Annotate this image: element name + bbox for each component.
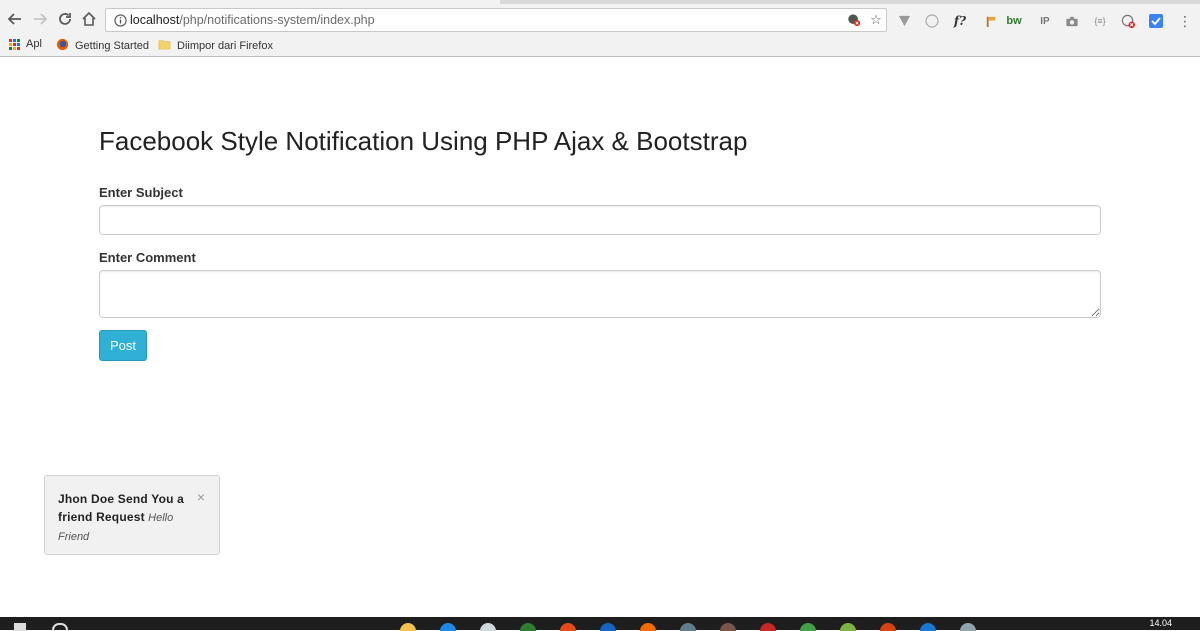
bookmark-imported-folder[interactable]: Diimpor dari Firefox bbox=[158, 38, 273, 54]
flag-icon[interactable] bbox=[982, 12, 998, 30]
close-icon[interactable]: × bbox=[197, 489, 205, 505]
bookmark-label: Diimpor dari Firefox bbox=[177, 40, 273, 52]
bw-icon[interactable]: bw bbox=[1006, 12, 1022, 30]
forward-icon[interactable] bbox=[29, 8, 51, 30]
formula-icon[interactable]: f? bbox=[952, 12, 968, 30]
info-icon[interactable] bbox=[113, 13, 127, 27]
ip-icon[interactable]: IP bbox=[1037, 12, 1053, 30]
comment-label: Enter Comment bbox=[99, 250, 196, 265]
reload-icon[interactable] bbox=[54, 8, 76, 30]
back-icon[interactable] bbox=[4, 8, 26, 30]
bookmark-apps[interactable]: Apl bbox=[9, 38, 42, 50]
home-icon[interactable] bbox=[78, 8, 100, 30]
blocked-icon[interactable] bbox=[1120, 12, 1136, 30]
bookmark-getting-started[interactable]: Getting Started bbox=[56, 38, 149, 54]
subject-label: Enter Subject bbox=[99, 185, 183, 200]
address-bar[interactable]: localhost/php/notifications-system/index… bbox=[105, 8, 887, 32]
circle-icon[interactable] bbox=[924, 12, 940, 30]
taskbar: 14.04 bbox=[0, 617, 1200, 631]
notification-toast[interactable]: × Jhon Doe Send You a friend Request Hel… bbox=[44, 475, 220, 555]
url-path: /php/notifications-system/index.php bbox=[179, 13, 375, 27]
apps-grid-icon bbox=[9, 38, 20, 50]
url-host: localhost bbox=[130, 13, 180, 27]
firefox-icon bbox=[56, 38, 69, 54]
json-icon[interactable]: {≡} bbox=[1092, 12, 1108, 30]
search-icon[interactable] bbox=[52, 623, 68, 630]
page-title: Facebook Style Notification Using PHP Aj… bbox=[99, 126, 748, 156]
camera-icon[interactable] bbox=[1064, 12, 1080, 30]
browser-toolbar: localhost/php/notifications-system/index… bbox=[0, 4, 1200, 34]
subject-input[interactable] bbox=[99, 205, 1101, 235]
bookmark-label: Apl bbox=[26, 38, 42, 50]
menu-icon[interactable]: ⋮ bbox=[1176, 12, 1192, 30]
star-icon[interactable]: ☆ bbox=[868, 12, 884, 28]
post-button[interactable]: Post bbox=[99, 330, 147, 361]
url-text: localhost/php/notifications-system/index… bbox=[130, 13, 375, 27]
comment-textarea[interactable] bbox=[99, 270, 1101, 318]
vivaldi-icon[interactable] bbox=[896, 11, 912, 29]
bookmarks-bar: Apl Getting Started Diimpor dari Firefox bbox=[0, 34, 1200, 57]
security-blocked-icon[interactable] bbox=[846, 12, 862, 28]
folder-icon bbox=[158, 38, 171, 54]
bookmark-label: Getting Started bbox=[75, 40, 149, 52]
checkmark-icon[interactable] bbox=[1148, 12, 1164, 30]
taskbar-clock[interactable]: 14.04 bbox=[1149, 618, 1172, 628]
